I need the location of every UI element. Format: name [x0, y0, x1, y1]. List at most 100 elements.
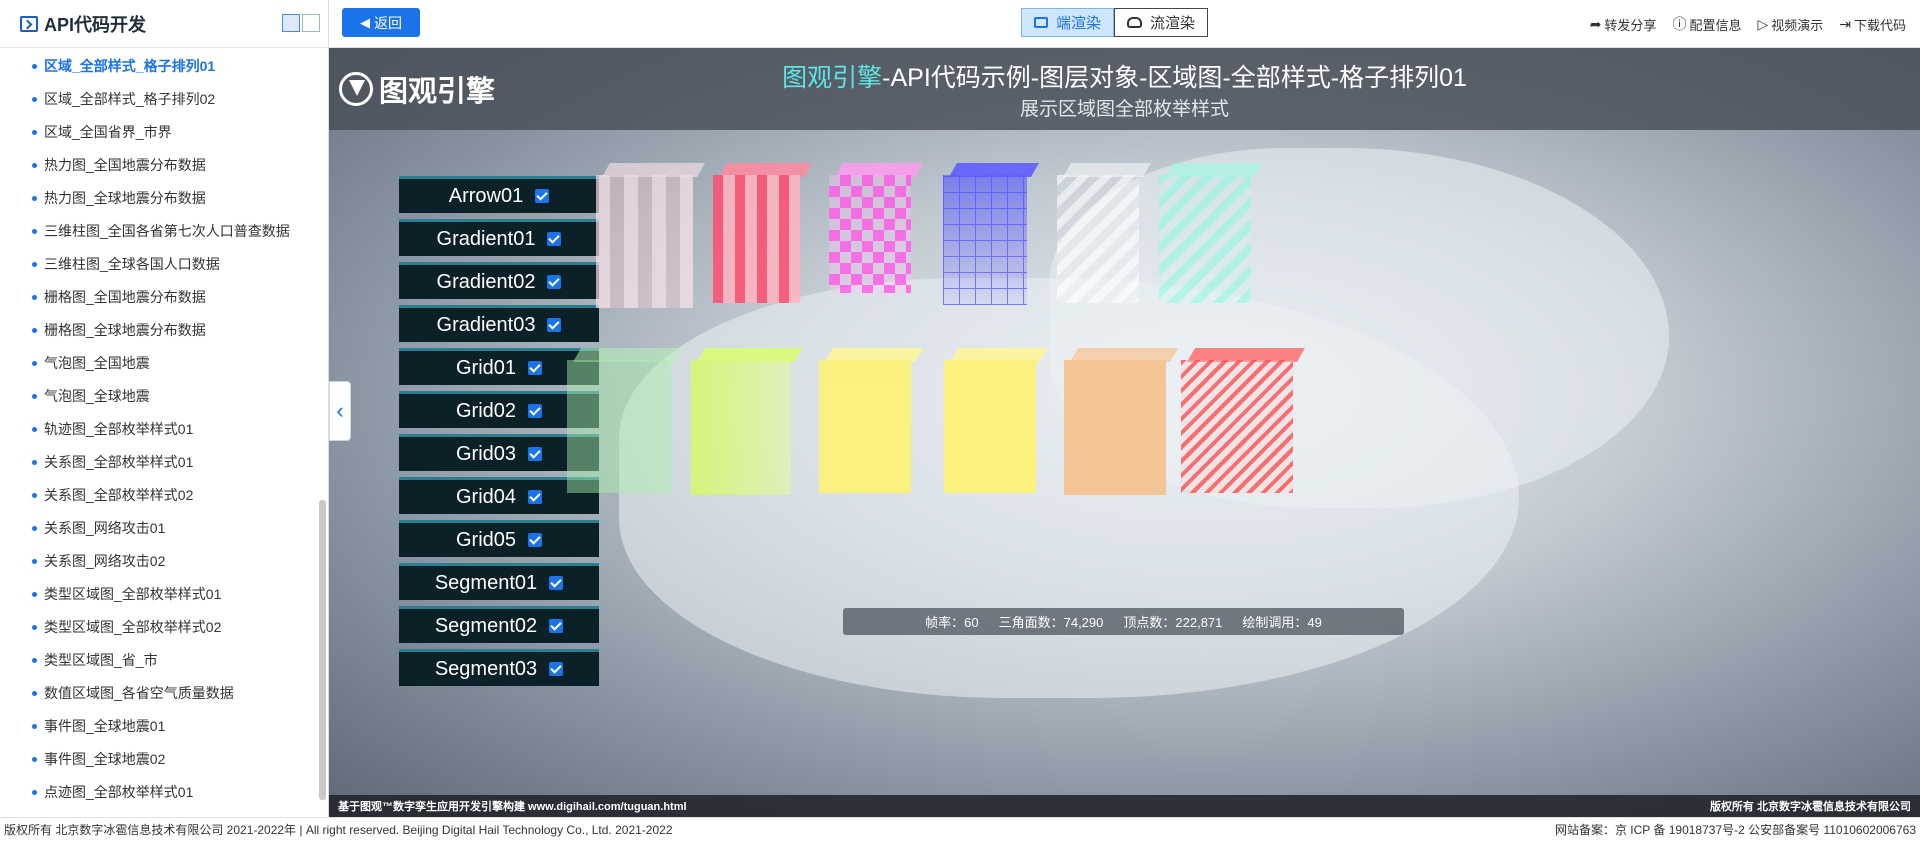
layer-checkbox[interactable]: [547, 318, 562, 332]
sidebar-item[interactable]: 气泡图_全国地震: [0, 347, 328, 380]
sidebar-item[interactable]: 气泡图_全球地震: [0, 380, 328, 413]
client-render-button[interactable]: 端渲染: [1021, 8, 1115, 37]
sidebar-item-label: 事件图_全球地震02: [44, 751, 166, 767]
layer-checkbox[interactable]: [549, 619, 564, 633]
sidebar-item[interactable]: 事件图_全球地震01: [0, 710, 328, 743]
layer-label: Gradient02: [436, 270, 536, 293]
stream-render-button[interactable]: 流渲染: [1114, 8, 1209, 37]
sidebar-item[interactable]: 类型区域图_省_市: [0, 644, 328, 677]
layer-checkbox[interactable]: [535, 189, 550, 203]
layer-checkbox[interactable]: [528, 404, 543, 418]
sidebar-item[interactable]: 热力图_全国地震分布数据: [0, 149, 328, 182]
sidebar-header: API代码开发: [0, 0, 328, 48]
sidebar-item[interactable]: 三维柱图_全国各省第七次人口普查数据: [0, 215, 328, 248]
sidebar-item[interactable]: 关系图_网络攻击02: [0, 545, 328, 578]
sidebar-item[interactable]: 区域_全国省界_市界: [0, 116, 328, 149]
footer-right-text: 网站备案：京 ICP 备 19018737号-2 公安部备案号 11010602…: [1554, 823, 1916, 837]
video-demo-button[interactable]: ▷ 视频演示: [1757, 14, 1823, 34]
sidebar-item[interactable]: 点迹图_全部枚举样式01: [0, 776, 328, 809]
layer-toggle[interactable]: Grid05: [399, 520, 599, 557]
sidebar-item[interactable]: 关系图_网络攻击01: [0, 512, 328, 545]
sidebar-item-label: 数值区域图_各省空气质量数据: [44, 685, 234, 701]
layer-checkbox[interactable]: [547, 275, 562, 289]
info-icon: ⓘ: [1672, 16, 1687, 32]
image-view-icon[interactable]: [302, 14, 320, 32]
layer-checkbox[interactable]: [528, 447, 543, 461]
sidebar-item[interactable]: 栅格图_全国地震分布数据: [0, 281, 328, 314]
area-box-segment01: [944, 348, 1049, 493]
sidebar-item-label: 事件图_全球地震01: [44, 718, 166, 734]
layer-checkbox[interactable]: [528, 490, 543, 504]
viewer-title: 图观引擎-API代码示例-图层对象-区域图-全部样式-格子排列01: [329, 58, 1920, 94]
share-icon: ➦: [1589, 15, 1602, 32]
layer-toggle[interactable]: Segment03: [399, 649, 599, 686]
layer-label: Gradient01: [436, 227, 536, 250]
area-box-gradient01: [713, 163, 813, 303]
layer-toggle[interactable]: Gradient02: [399, 262, 599, 299]
sidebar-item-label: 气泡图_全国地震: [44, 355, 150, 371]
area-box-segment02: [1064, 348, 1179, 495]
sidebar-item[interactable]: 类型区域图_全部枚举样式01: [0, 578, 328, 611]
chevron-left-icon: ‹: [336, 398, 344, 423]
layer-checkbox[interactable]: [549, 662, 564, 676]
map-viewer[interactable]: 图观引擎 图观引擎-API代码示例-图层对象-区域图-全部样式-格子排列01 展…: [329, 48, 1920, 817]
sidebar-item-label: 热力图_全国地震分布数据: [44, 157, 206, 173]
sidebar-item[interactable]: 区域_全部样式_格子排列01: [0, 50, 328, 83]
area-box-grid01: [1057, 163, 1152, 303]
layer-toggle[interactable]: Gradient01: [399, 219, 599, 256]
sidebar-item-label: 类型区域图_全部枚举样式01: [44, 586, 222, 602]
fps-stat: 帧率：60: [925, 615, 979, 630]
layer-toggle[interactable]: Segment02: [399, 606, 599, 643]
layer-checkbox[interactable]: [547, 232, 562, 246]
area-box-grid02: [1159, 163, 1264, 303]
sidebar-item-label: 气泡图_全球地震: [44, 388, 150, 404]
layer-checkbox[interactable]: [528, 361, 543, 375]
layer-label: Segment01: [434, 571, 538, 594]
sidebar-item-label: 关系图_网络攻击01: [44, 520, 166, 536]
sidebar-item-label: 栅格图_全球地震分布数据: [44, 322, 206, 338]
sidebar-item[interactable]: 轨迹图_全部枚举样式01: [0, 413, 328, 446]
config-info-button[interactable]: ⓘ 配置信息: [1672, 14, 1741, 34]
sidebar-scrollbar[interactable]: [319, 500, 326, 800]
sidebar-item[interactable]: 数值区域图_各省空气质量数据: [0, 677, 328, 710]
sidebar-item[interactable]: 关系图_全部枚举样式02: [0, 479, 328, 512]
sidebar-item[interactable]: 事件图_全球地震02: [0, 743, 328, 776]
sidebar-item[interactable]: 热力图_全球地震分布数据: [0, 182, 328, 215]
footer-copyright: 版权所有 北京数字冰雹信息技术有限公司: [1709, 801, 1911, 813]
share-button[interactable]: ➦ 转发分享: [1590, 14, 1657, 34]
area-box-segment03: [1181, 348, 1306, 493]
render-stats: 帧率：60 三角面数：74,290 顶点数：222,871 绘制调用：49: [843, 608, 1404, 635]
app-root: API代码开发 区域_全部样式_格子排列01 区域_全部样式_格子排列02 区域_全…: [0, 0, 1920, 841]
sidebar-item-label: 点迹图_全部枚举样式01: [44, 784, 194, 800]
back-button[interactable]: ◀ 返回: [342, 8, 420, 37]
sidebar-item[interactable]: 三维柱图_全球各国人口数据: [0, 248, 328, 281]
drawcall-stat: 绘制调用：49: [1242, 615, 1322, 630]
sidebar-item-label: 区域_全部样式_格子排列02: [44, 91, 216, 107]
sidebar-item-label: 热力图_全球地震分布数据: [44, 190, 206, 206]
grid-view-icon[interactable]: [282, 14, 300, 32]
back-arrow-icon: ◀: [360, 14, 370, 30]
layer-label: Arrow01: [448, 184, 524, 207]
area-box-grid05: [819, 348, 924, 493]
layer-toggle[interactable]: Arrow01: [399, 176, 599, 213]
sidebar-item[interactable]: 关系图_全部枚举样式01: [0, 446, 328, 479]
vertex-stat: 顶点数：222,871: [1123, 615, 1223, 630]
collapse-sidebar-button[interactable]: ‹: [329, 381, 351, 441]
footer-engine-credit: 基于图观™数字孪生应用开发引擎构建 www.digihail.com/tugua…: [338, 801, 687, 813]
sidebar: API代码开发 区域_全部样式_格子排列01 区域_全部样式_格子排列02 区域_全…: [0, 0, 329, 817]
sidebar-item[interactable]: 类型区域图_全部枚举样式02: [0, 611, 328, 644]
share-label: 转发分享: [1604, 17, 1657, 33]
back-label: 返回: [374, 14, 402, 31]
title-brand: 图观引擎: [782, 64, 883, 92]
sidebar-item[interactable]: 区域_全部样式_格子排列02: [0, 83, 328, 116]
sidebar-title: API代码开发: [44, 14, 147, 35]
area-box-grid04: [691, 348, 804, 495]
sidebar-item[interactable]: 栅格图_全球地震分布数据: [0, 314, 328, 347]
layer-toggle[interactable]: Gradient03: [399, 305, 599, 342]
config-info-label: 配置信息: [1689, 17, 1742, 33]
layer-checkbox[interactable]: [528, 533, 543, 547]
sidebar-item-label: 三维柱图_全球各国人口数据: [44, 256, 220, 272]
layer-checkbox[interactable]: [549, 576, 564, 590]
layer-toggle[interactable]: Segment01: [399, 563, 599, 600]
download-code-button[interactable]: ⇥ 下载代码: [1839, 14, 1906, 34]
